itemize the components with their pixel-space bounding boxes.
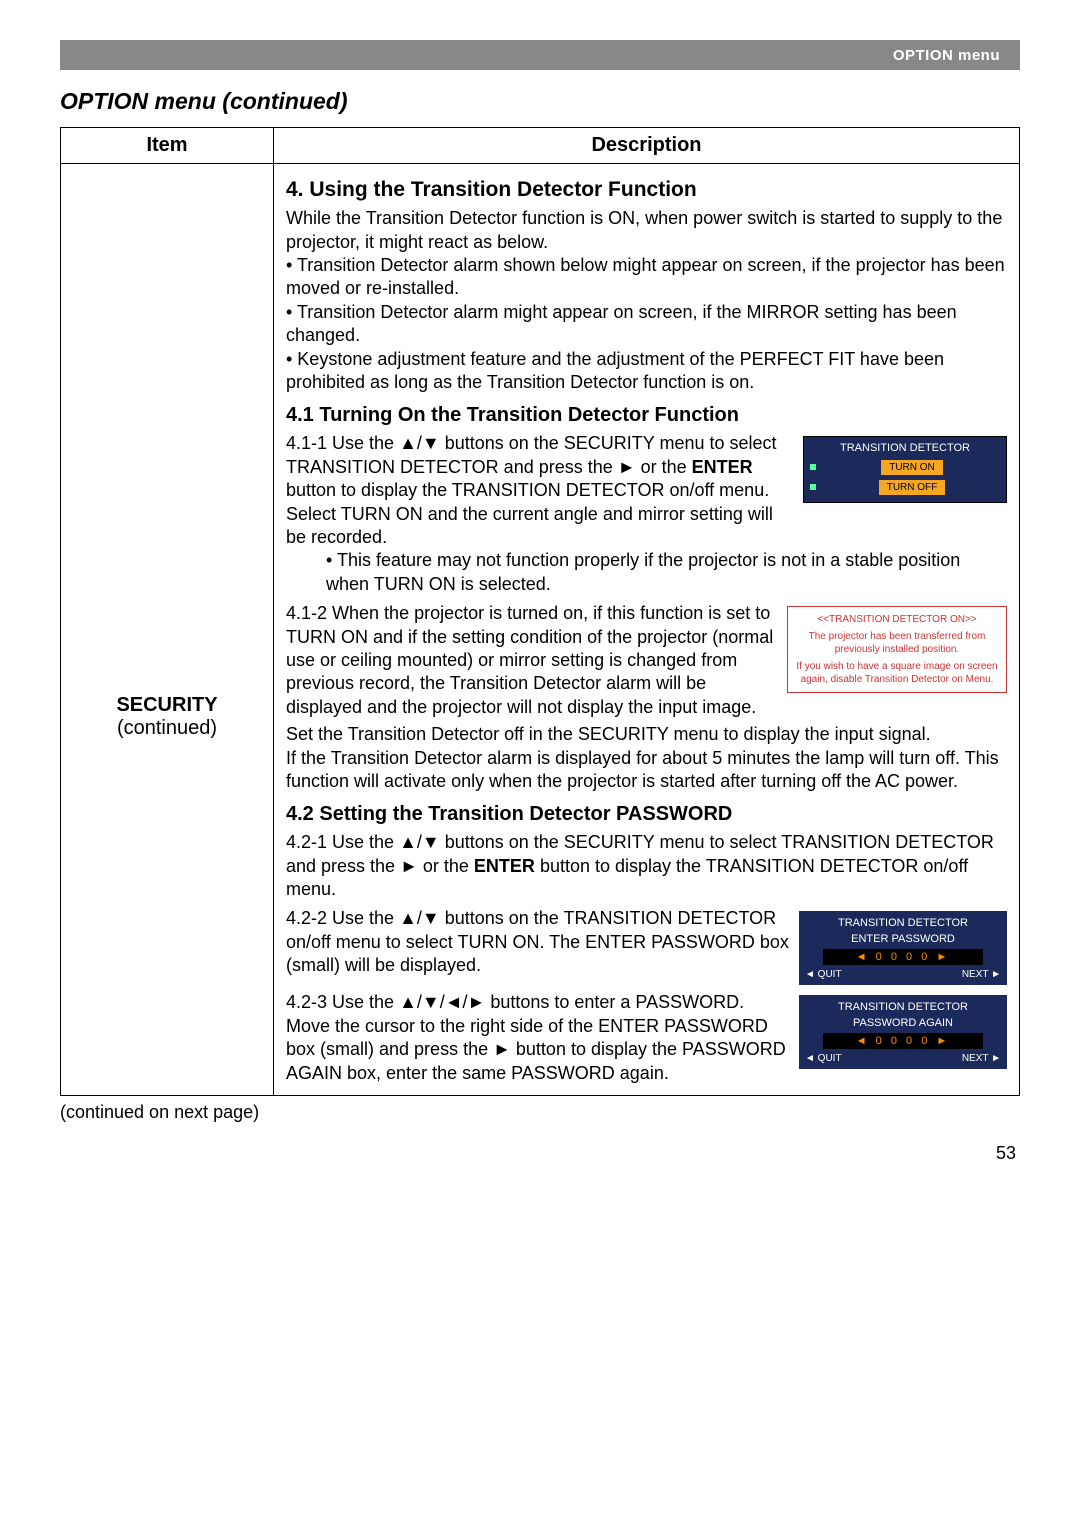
- enter-keyword: ENTER: [474, 856, 535, 876]
- header-menu-label: OPTION menu: [893, 47, 1000, 64]
- col-item-header: Item: [61, 128, 274, 164]
- heading-4-2: 4.2 Setting the Transition Detector PASS…: [286, 801, 1007, 827]
- para-4-intro: While the Transition Detector function i…: [286, 207, 1007, 254]
- step-4-2-2: 4.2-2 Use the ▲/▼ buttons on the TRANSIT…: [286, 907, 789, 977]
- col-desc-header: Description: [274, 128, 1020, 164]
- osd-next2: NEXT ►: [962, 1052, 1001, 1065]
- osd-pw-enter: ENTER PASSWORD: [803, 932, 1003, 946]
- section-title: OPTION menu (continued): [60, 88, 1020, 115]
- step-411-b: button to display the TRANSITION DETECTO…: [286, 480, 773, 547]
- para-41-after2: If the Transition Detector alarm is disp…: [286, 747, 1007, 794]
- step-4-1-2: 4.1-2 When the projector is turned on, i…: [286, 602, 777, 719]
- osd-quit: ◄ QUIT: [805, 968, 842, 981]
- right-arrow-icon: ►: [936, 1035, 950, 1047]
- osd-pw-digits2: ◄ 0 0 0 0 ►: [823, 1033, 983, 1049]
- osd-quit2: ◄ QUIT: [805, 1052, 842, 1065]
- page-number: 53: [60, 1143, 1020, 1164]
- step-4-2-3: 4.2-3 Use the ▲/▼/◄/► buttons to enter a…: [286, 991, 789, 1085]
- osd-pw-title2: TRANSITION DETECTOR: [803, 1000, 1003, 1014]
- osd-turn-off: TURN OFF: [879, 480, 946, 495]
- osd-enter-password: TRANSITION DETECTOR ENTER PASSWORD ◄ 0 0…: [799, 911, 1007, 985]
- step-4-2-1: 4.2-1 Use the ▲/▼ buttons on the SECURIT…: [286, 831, 1007, 901]
- header-bar: OPTION menu: [60, 40, 1020, 70]
- para-4-b1: • Transition Detector alarm shown below …: [286, 254, 1007, 301]
- para-41-after1: Set the Transition Detector off in the S…: [286, 723, 1007, 746]
- digits-value: 0 0 0 0: [876, 951, 931, 963]
- osd-turn-on: TURN ON: [881, 460, 943, 475]
- left-arrow-icon: ◄: [856, 951, 870, 963]
- right-arrow-icon: ►: [936, 951, 950, 963]
- continued-note: (continued on next page): [60, 1102, 1020, 1123]
- osd-alarm-line2: If you wish to have a square image on sc…: [792, 660, 1002, 686]
- heading-4-1: 4.1 Turning On the Transition Detector F…: [286, 402, 1007, 428]
- bullet-icon: [810, 464, 816, 470]
- osd-transition-detector-menu: TRANSITION DETECTOR TURN ON TURN OFF: [803, 436, 1007, 502]
- para-4-b2: • Transition Detector alarm might appear…: [286, 301, 1007, 348]
- step-411-note: • This feature may not function properly…: [286, 549, 1007, 596]
- osd-next: NEXT ►: [962, 968, 1001, 981]
- osd-pw-title: TRANSITION DETECTOR: [803, 916, 1003, 930]
- osd-td-title: TRANSITION DETECTOR: [810, 441, 1000, 455]
- digits-value: 0 0 0 0: [876, 1035, 931, 1047]
- description-cell: 4. Using the Transition Detector Functio…: [274, 164, 1020, 1096]
- option-table: Item Description SECURITY (continued) 4.…: [60, 127, 1020, 1096]
- bullet-icon: [810, 484, 816, 490]
- osd-pw-again: PASSWORD AGAIN: [803, 1016, 1003, 1030]
- heading-4: 4. Using the Transition Detector Functio…: [286, 176, 1007, 203]
- enter-keyword: ENTER: [692, 457, 753, 477]
- osd-password-again: TRANSITION DETECTOR PASSWORD AGAIN ◄ 0 0…: [799, 995, 1007, 1069]
- para-4-b3: • Keystone adjustment feature and the ad…: [286, 348, 1007, 395]
- item-sub: (continued): [62, 717, 272, 740]
- item-label: SECURITY: [62, 694, 272, 717]
- left-arrow-icon: ◄: [856, 1035, 870, 1047]
- osd-pw-digits: ◄ 0 0 0 0 ►: [823, 949, 983, 965]
- osd-alarm-line1: The projector has been transferred from …: [792, 630, 1002, 656]
- osd-alarm-box: <<TRANSITION DETECTOR ON>> The projector…: [787, 606, 1007, 693]
- item-cell: SECURITY (continued): [61, 164, 274, 1096]
- step-4-1-1: 4.1-1 Use the ▲/▼ buttons on the SECURIT…: [286, 432, 793, 549]
- osd-alarm-title: <<TRANSITION DETECTOR ON>>: [792, 613, 1002, 626]
